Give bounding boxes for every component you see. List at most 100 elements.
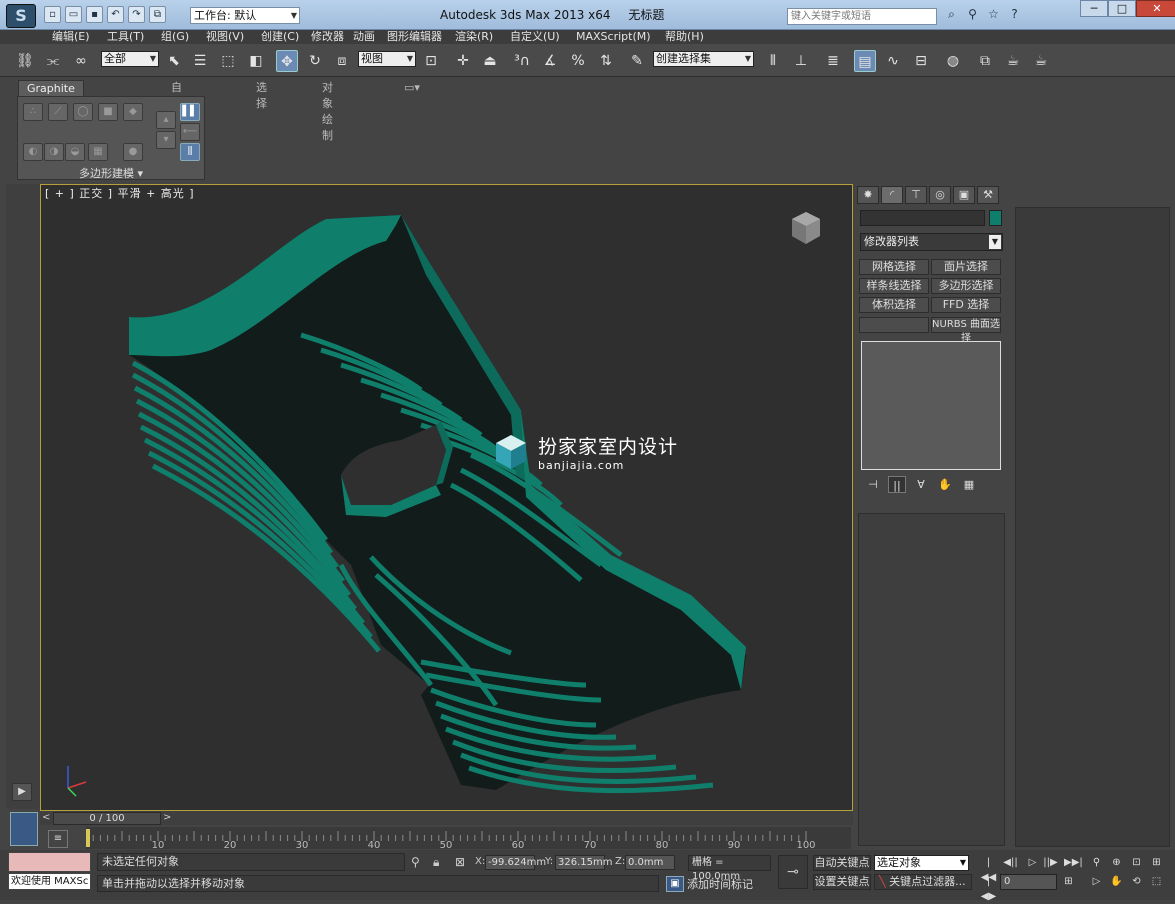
curve-editor-icon[interactable]: ∿: [882, 50, 904, 72]
angle-snap-icon[interactable]: ∡: [539, 50, 561, 72]
show-end-result-icon[interactable]: ▌▌: [180, 103, 200, 121]
current-frame-field[interactable]: 0: [1000, 874, 1057, 890]
material-editor-icon[interactable]: ◍: [942, 50, 964, 72]
menu-create[interactable]: 创建(C): [261, 30, 299, 44]
use-displace-icon[interactable]: ●: [123, 143, 143, 161]
redo-icon[interactable]: ↷: [128, 6, 145, 23]
patch-select-button[interactable]: 面片选择: [931, 259, 1001, 275]
align-icon[interactable]: ⊥: [790, 50, 812, 72]
select-by-name-icon[interactable]: ☰: [189, 50, 211, 72]
set-key-button[interactable]: 设置关键点: [813, 874, 871, 890]
zoom-extents-all-icon[interactable]: ⊞: [1148, 855, 1165, 870]
empty-modifier-button[interactable]: [859, 317, 929, 333]
select-object-icon[interactable]: ⬉: [163, 50, 185, 72]
field-of-view-icon[interactable]: ▷: [1088, 874, 1105, 889]
viewcube-icon[interactable]: [788, 210, 824, 246]
modify-mode-icon[interactable]: ◐: [23, 143, 43, 161]
undo-icon[interactable]: ↶: [107, 6, 124, 23]
bind-space-warp-icon[interactable]: ∞: [70, 50, 92, 72]
close-button[interactable]: ✕: [1136, 0, 1175, 17]
render-setup-icon[interactable]: ⧉: [974, 50, 996, 72]
viewport[interactable]: [40, 184, 853, 811]
play-toggle-button[interactable]: ▶: [12, 783, 32, 801]
viewport-label[interactable]: [ + ] 正交 ] 平滑 + 高光 ]: [45, 185, 195, 201]
help-icon[interactable]: ?: [1006, 6, 1023, 23]
percent-snap-icon[interactable]: %: [567, 50, 589, 72]
curve-editor-toggle-icon[interactable]: ≡: [48, 830, 68, 848]
tab-object-paint[interactable]: 对象绘制: [322, 80, 333, 144]
z-coordinate-field[interactable]: 0.0mm: [625, 855, 675, 870]
pin-stack-icon[interactable]: ⫼: [180, 143, 200, 161]
stack-down-icon[interactable]: ▾: [156, 131, 176, 149]
hold-icon[interactable]: ⧉: [149, 6, 166, 23]
maxscript-mini-listener[interactable]: 欢迎使用 MAXSc: [8, 873, 91, 890]
ribbon-panel-label[interactable]: 多边形建模 ▾: [17, 165, 205, 181]
app-logo-button[interactable]: S: [6, 4, 36, 28]
utilities-tab-icon[interactable]: ⚒: [977, 186, 999, 204]
mini-curve-toggle[interactable]: [10, 812, 38, 846]
workspace-dropdown[interactable]: 工作台: 默认 ▼: [190, 7, 300, 24]
menu-customize[interactable]: 自定义(U): [510, 30, 560, 44]
pin-stack-icon[interactable]: ⊣: [864, 476, 882, 493]
x-coordinate-field[interactable]: -99.624mm: [485, 855, 546, 870]
layer-manager-icon[interactable]: ≣: [822, 50, 844, 72]
menu-animation[interactable]: 动画: [353, 30, 375, 44]
star-icon[interactable]: ☆: [985, 6, 1002, 23]
ribbon-options-icon[interactable]: ▭▾: [404, 80, 420, 96]
key-selection-dropdown[interactable]: 选定对象 ▼: [874, 855, 969, 871]
slider-next-icon[interactable]: >: [163, 812, 171, 823]
time-slider-track[interactable]: [40, 811, 853, 825]
tab-selection[interactable]: 选择: [256, 80, 267, 112]
auto-key-button[interactable]: 自动关键点: [813, 855, 871, 871]
stack-up-icon[interactable]: ▴: [156, 111, 176, 129]
polygon-mode-icon[interactable]: ■: [98, 103, 118, 121]
play-icon[interactable]: ▷: [1024, 855, 1041, 870]
menu-views[interactable]: 视图(V): [206, 30, 244, 44]
volume-select-button[interactable]: 体积选择: [859, 297, 929, 313]
previous-modifier-icon[interactable]: ◑: [44, 143, 64, 161]
isolate-icon[interactable]: ⚲: [411, 855, 420, 869]
zoom-extents-icon[interactable]: ⊡: [1128, 855, 1145, 870]
time-slider-thumb[interactable]: 0 / 100: [53, 812, 161, 825]
y-coordinate-field[interactable]: 326.15mm: [555, 855, 612, 870]
modifier-list-dropdown[interactable]: 修改器列表 ▼: [860, 233, 1003, 251]
configure-modifier-sets-icon[interactable]: ▦: [960, 476, 978, 493]
zoom-icon[interactable]: ⚲: [1088, 855, 1105, 870]
spinner-snap-icon[interactable]: ⇅: [595, 50, 617, 72]
go-to-end-icon[interactable]: ▶▶|: [1064, 855, 1083, 870]
previous-frame-icon[interactable]: ◀||: [1002, 855, 1019, 870]
link-icon[interactable]: ⛓: [14, 50, 36, 72]
remove-modifier-icon[interactable]: ✋: [936, 476, 954, 493]
modify-tab-icon[interactable]: ◜: [881, 186, 903, 204]
menu-group[interactable]: 组(G): [161, 30, 189, 44]
rotate-icon[interactable]: ↻: [304, 50, 326, 72]
search-input[interactable]: 键入关键字或短语: [787, 8, 937, 25]
unlink-icon[interactable]: ⫘: [42, 50, 64, 72]
collapse-icon[interactable]: ⟵: [180, 123, 200, 141]
keyboard-shortcut-icon[interactable]: ⏏: [479, 50, 501, 72]
ffd-select-button[interactable]: FFD 选择: [931, 297, 1001, 313]
new-file-icon[interactable]: ▫: [44, 6, 61, 23]
select-move-icon[interactable]: ✥: [276, 50, 298, 72]
window-crossing-icon[interactable]: ◧: [245, 50, 267, 72]
maximize-button[interactable]: □: [1108, 0, 1136, 17]
graphite-toggle-icon[interactable]: ▤: [854, 50, 876, 72]
mesh-select-button[interactable]: 网格选择: [859, 259, 929, 275]
modifier-stack[interactable]: [861, 341, 1001, 470]
go-to-start-icon[interactable]: |◀◀: [980, 855, 997, 883]
pivot-center-icon[interactable]: ⊡: [420, 50, 442, 72]
lock-selection-icon[interactable]: 🔒︎: [433, 855, 439, 870]
time-config-icon[interactable]: ⊞: [1060, 874, 1077, 889]
poly-select-button[interactable]: 多边形选择: [931, 278, 1001, 294]
preserve-uvs-icon[interactable]: ▦: [88, 143, 108, 161]
next-modifier-icon[interactable]: ◒: [65, 143, 85, 161]
orbit-icon[interactable]: ⟲: [1128, 874, 1145, 889]
scene-object[interactable]: [41, 185, 852, 810]
add-time-tag[interactable]: 添加时间标记: [687, 876, 753, 892]
create-tab-icon[interactable]: ✸: [857, 186, 879, 204]
key-filters-button[interactable]: ╲ 关键点过滤器...: [874, 874, 972, 890]
current-frame-marker[interactable]: [86, 829, 90, 847]
make-unique-icon[interactable]: ∀: [912, 476, 930, 493]
element-mode-icon[interactable]: ◆: [123, 103, 143, 121]
zoom-all-icon[interactable]: ⊕: [1108, 855, 1125, 870]
